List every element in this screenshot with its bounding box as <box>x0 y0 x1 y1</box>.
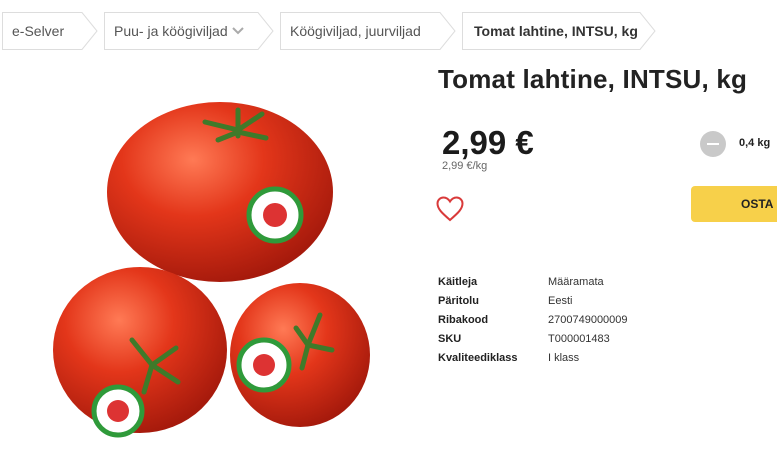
quality-sticker-icon <box>91 384 145 438</box>
attribute-key: Käitleja <box>438 276 478 288</box>
tomato-top <box>107 102 333 282</box>
attribute-row: Käitleja Määramata <box>438 276 738 295</box>
attribute-value: T000001483 <box>548 333 610 345</box>
attribute-value: Määramata <box>548 276 604 288</box>
quality-sticker-icon <box>236 337 292 393</box>
quantity-value: 0,4 kg <box>739 137 771 149</box>
breadcrumb-item-current: Tomat lahtine, INTSU, kg <box>462 12 656 50</box>
attribute-key: Päritolu <box>438 295 479 307</box>
product-title: Tomat lahtine, INTSU, kg <box>438 64 748 94</box>
unit-price: 2,99 €/kg <box>442 160 488 172</box>
attribute-row: SKU T000001483 <box>438 333 738 352</box>
breadcrumb-item-home[interactable]: e-Selver <box>2 12 98 50</box>
attribute-row: Kvaliteediklass I klass <box>438 352 738 371</box>
attribute-key: Ribakood <box>438 314 489 326</box>
breadcrumb-label: Köögiviljad, juurviljad <box>290 23 421 39</box>
attribute-value: I klass <box>548 352 580 364</box>
product-price: 2,99 € <box>442 124 534 161</box>
breadcrumb-item-subcategory[interactable]: Köögiviljad, juurviljad <box>280 12 456 50</box>
buy-button[interactable]: OSTA <box>691 186 777 222</box>
attribute-row: Ribakood 2700749000009 <box>438 314 738 333</box>
attribute-value: Eesti <box>548 295 573 307</box>
product-image <box>53 102 370 438</box>
breadcrumb-label: Tomat lahtine, INTSU, kg <box>474 23 638 39</box>
product-attributes: Käitleja Määramata Päritolu Eesti Ribako… <box>438 276 738 371</box>
attribute-row: Päritolu Eesti <box>438 295 738 314</box>
breadcrumb-label: e-Selver <box>12 23 65 39</box>
chevron-down-icon[interactable] <box>232 12 244 50</box>
breadcrumb-item-category[interactable]: Puu- ja köögiviljad <box>104 12 274 50</box>
heart-icon[interactable] <box>436 196 464 222</box>
quality-sticker-icon <box>246 186 304 244</box>
breadcrumb-label: Puu- ja köögiviljad <box>114 23 228 39</box>
attribute-value: 2700749000009 <box>548 314 628 326</box>
attribute-key: SKU <box>438 333 462 345</box>
decrease-quantity-button[interactable] <box>700 131 726 157</box>
attribute-key: Kvaliteediklass <box>438 352 518 364</box>
